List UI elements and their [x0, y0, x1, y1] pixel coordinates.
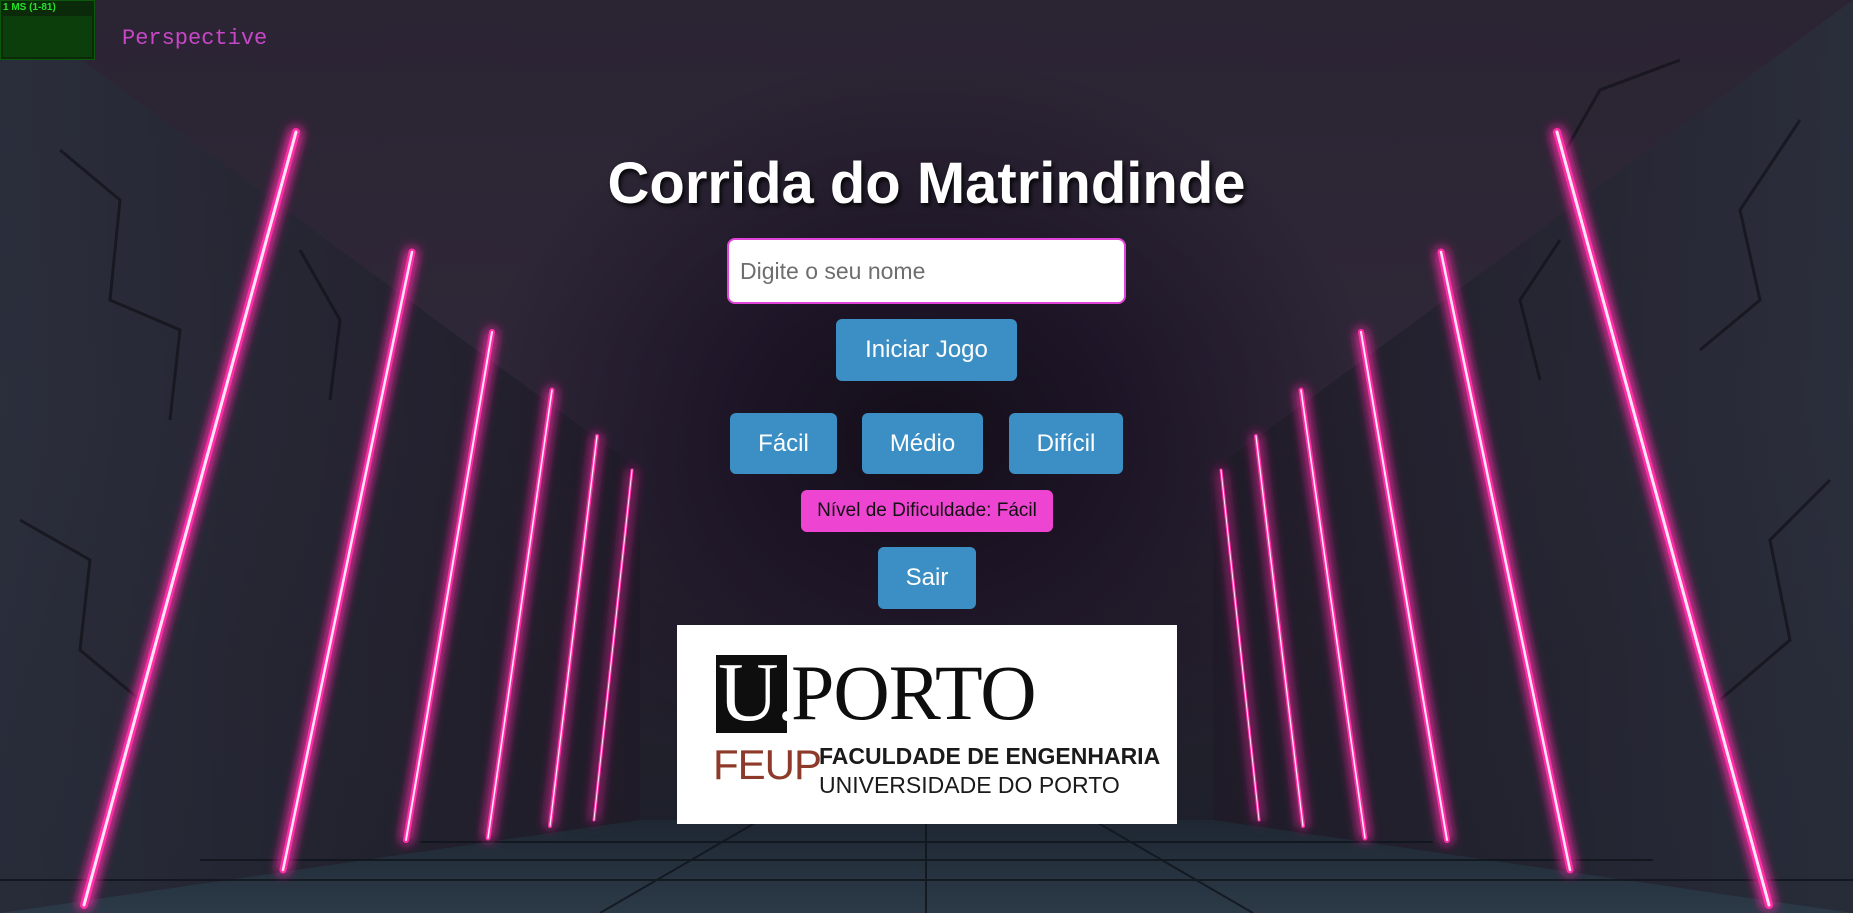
- logo-u-text: U.: [718, 646, 798, 739]
- player-name-input[interactable]: [727, 238, 1126, 304]
- logo-feup-text: FEUP: [713, 741, 822, 788]
- uporto-feup-logo: U. PORTO FEUP FACULDADE DE ENGENHARIA UN…: [677, 625, 1177, 824]
- start-game-button[interactable]: Iniciar Jogo: [836, 319, 1017, 381]
- exit-button[interactable]: Sair: [878, 547, 976, 609]
- game-title: Corrida do Matrindinde: [607, 151, 1246, 216]
- game-screen[interactable]: 1 MS (1-81) Perspective Corrida do Matri…: [0, 0, 1853, 913]
- main-menu: Corrida do Matrindinde Iniciar Jogo Fáci…: [0, 0, 1853, 913]
- difficulty-medium-button[interactable]: Médio: [862, 413, 983, 474]
- logo-porto-text: PORTO: [791, 649, 1037, 736]
- logo-university-text: UNIVERSIDADE DO PORTO: [819, 772, 1120, 798]
- difficulty-easy-button[interactable]: Fácil: [730, 413, 837, 474]
- difficulty-status-label: Nível de Dificuldade: Fácil: [801, 490, 1053, 532]
- logo-faculty-text: FACULDADE DE ENGENHARIA: [819, 743, 1161, 769]
- difficulty-hard-button[interactable]: Difícil: [1009, 413, 1123, 474]
